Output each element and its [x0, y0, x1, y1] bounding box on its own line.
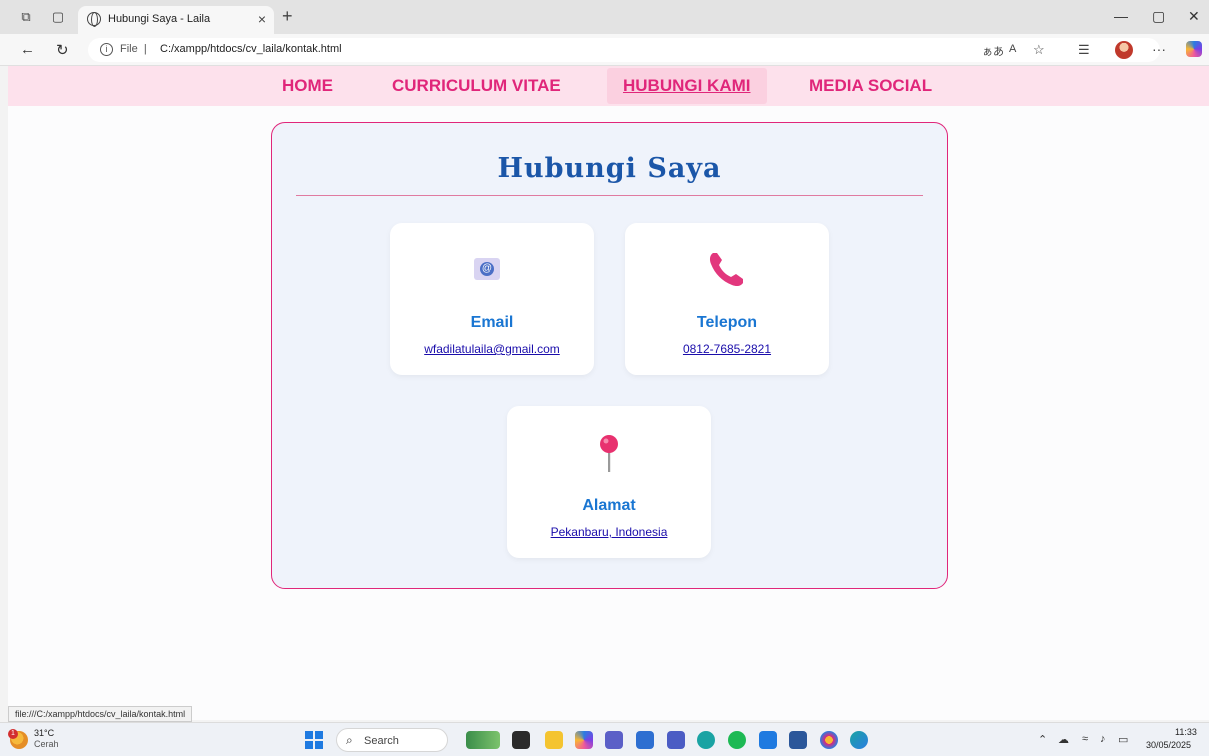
profile-avatar[interactable]: [1115, 41, 1133, 59]
email-label: Email: [470, 314, 514, 331]
widgets-icon[interactable]: [466, 731, 500, 749]
close-window-icon[interactable]: ✕: [1188, 8, 1200, 25]
edge-dev-icon[interactable]: [697, 731, 715, 749]
edge-icon[interactable]: [850, 731, 868, 749]
nav-hubungi-kami[interactable]: HUBUNGI KAMI: [607, 68, 767, 104]
task-view-icon[interactable]: [512, 731, 530, 749]
weather-desc: Cerah: [34, 739, 59, 749]
url-input[interactable]: i File | C:/xampp/htdocs/cv_laila/kontak…: [88, 38, 1160, 62]
alamat-link[interactable]: Pekanbaru, Indonesia: [507, 525, 711, 539]
back-icon[interactable]: ←: [20, 41, 35, 58]
workspaces-icon[interactable]: ⧉: [18, 9, 34, 25]
tab-active[interactable]: Hubungi Saya - Laila ×: [78, 6, 274, 34]
email-card: @ Email wfadilatulaila@gmail.com: [390, 223, 594, 375]
tab-title: Hubungi Saya - Laila: [108, 13, 211, 25]
email-link[interactable]: wfadilatulaila@gmail.com: [390, 342, 594, 356]
contact-section: Hubungi Saya @ Email wfadilatulaila@gmai…: [271, 122, 948, 589]
alamat-label: Alamat: [582, 497, 636, 514]
phone-icon: [709, 253, 743, 287]
alamat-card: Alamat Pekanbaru, Indonesia: [507, 406, 711, 558]
search-label: Search: [364, 735, 399, 747]
search-icon: ⌕: [346, 733, 353, 747]
new-tab-button[interactable]: +: [282, 6, 293, 27]
tray-chevron-icon[interactable]: ⌃: [1038, 733, 1047, 746]
tab-actions-icon[interactable]: ▢: [50, 9, 66, 25]
address-bar: ← ↻ i File | C:/xampp/htdocs/cv_laila/ko…: [0, 34, 1209, 66]
url-scheme-label: File |: [120, 43, 147, 55]
chrome-canary-icon[interactable]: [820, 731, 838, 749]
title-divider: [296, 195, 923, 196]
volume-icon[interactable]: ♪: [1100, 733, 1106, 745]
clock-time[interactable]: 11:33: [1175, 727, 1197, 737]
main-nav: HOME CURRICULUM VITAE HUBUNGI KAMI MEDIA…: [8, 66, 1209, 106]
copilot-icon[interactable]: [1186, 41, 1202, 57]
status-url: file:///C:/xampp/htdocs/cv_laila/kontak.…: [8, 706, 193, 722]
onedrive-icon[interactable]: ☁: [1058, 733, 1069, 746]
maximize-icon[interactable]: ▢: [1152, 8, 1165, 25]
telepon-card: Telepon 0812-7685-2821: [625, 223, 829, 375]
word-icon[interactable]: [789, 731, 807, 749]
taskbar: 1 31°C Cerah ⌕ Search ⌃ ☁ ≈ ♪ ▭ 11:33 30…: [0, 722, 1209, 756]
taskbar-search[interactable]: ⌕ Search: [336, 728, 448, 752]
telepon-link[interactable]: 0812-7685-2821: [625, 342, 829, 356]
windows-start-icon[interactable]: [305, 731, 323, 749]
telepon-label: Telepon: [696, 314, 758, 331]
spotify-icon[interactable]: [728, 731, 746, 749]
weather-badge: 1: [8, 729, 18, 739]
pin-icon: [600, 435, 618, 472]
file-explorer-icon[interactable]: [545, 731, 563, 749]
app-icon-purple[interactable]: [667, 731, 685, 749]
page-viewport: HOME CURRICULUM VITAE HUBUNGI KAMI MEDIA…: [8, 66, 1209, 720]
tab-close-icon[interactable]: ×: [258, 11, 266, 27]
email-icon: @: [474, 258, 500, 280]
translate-icon[interactable]: ぁあ: [982, 43, 1004, 59]
wifi-icon[interactable]: ≈: [1082, 733, 1088, 745]
more-menu-icon[interactable]: ···: [1152, 41, 1166, 57]
favorites-list-icon[interactable]: ☰: [1078, 42, 1090, 58]
clock-date[interactable]: 30/05/2025: [1146, 740, 1191, 750]
nav-home[interactable]: HOME: [282, 66, 333, 106]
tab-strip: ⧉ ▢ Hubungi Saya - Laila × + — ▢ ✕: [0, 0, 1209, 34]
nav-curriculum-vitae[interactable]: CURRICULUM VITAE: [392, 66, 561, 106]
weather-temp: 31°C: [34, 728, 55, 738]
globe-icon: [87, 12, 101, 27]
refresh-icon[interactable]: ↻: [56, 41, 69, 59]
info-icon[interactable]: i: [100, 43, 113, 56]
page-title: Hubungi Saya: [497, 153, 722, 184]
vscode-icon[interactable]: [759, 731, 777, 749]
nav-media-social[interactable]: MEDIA SOCIAL: [809, 66, 932, 106]
url-text: C:/xampp/htdocs/cv_laila/kontak.html: [160, 43, 342, 55]
favorite-star-icon[interactable]: ☆: [1033, 42, 1045, 58]
copilot-app-icon[interactable]: [575, 731, 593, 749]
store-icon[interactable]: [636, 731, 654, 749]
minimize-icon[interactable]: —: [1114, 8, 1128, 24]
read-aloud-icon[interactable]: A: [1009, 43, 1016, 55]
battery-icon[interactable]: ▭: [1118, 733, 1128, 746]
teams-icon[interactable]: [605, 731, 623, 749]
